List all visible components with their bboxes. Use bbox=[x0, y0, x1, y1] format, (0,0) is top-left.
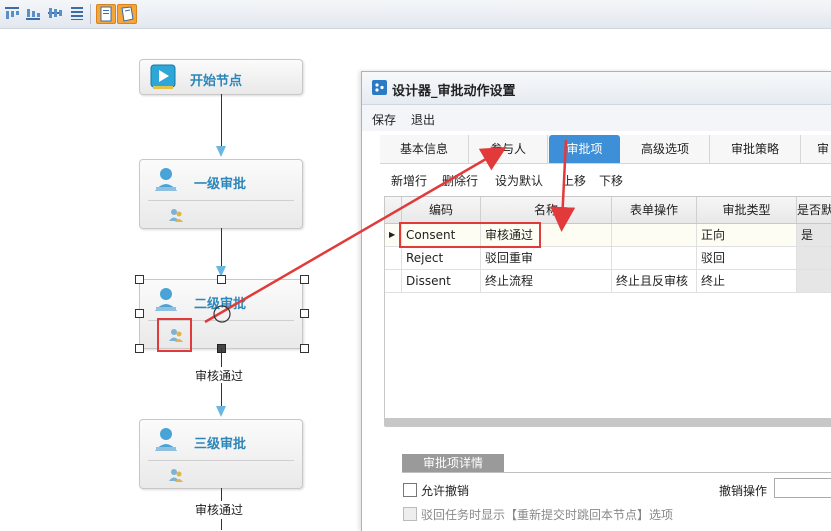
annotation-arrow bbox=[204, 146, 507, 324]
annotation-arrows bbox=[204, 139, 576, 324]
annotation-arrow bbox=[550, 139, 576, 232]
